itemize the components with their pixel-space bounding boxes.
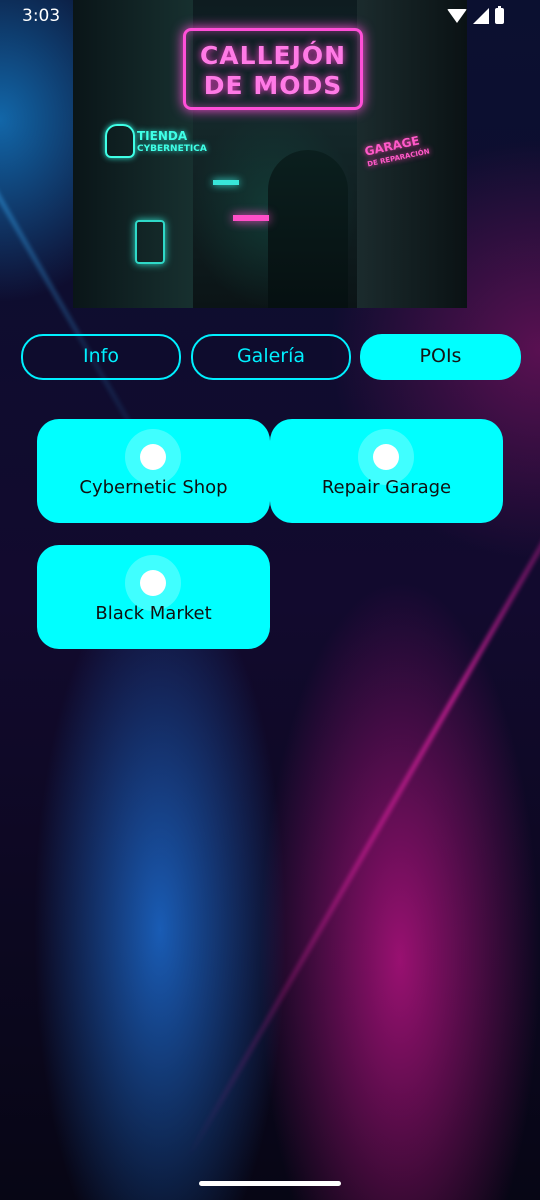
neon-sign-shop-line1: TIENDA — [137, 129, 188, 143]
header-image: CALLEJÓN DE MODS TIENDA CYBERNETICA GARA… — [73, 0, 467, 308]
poi-label: Cybernetic Shop — [79, 477, 228, 498]
tab-bar: Info Galería POIs — [21, 334, 521, 380]
battery-icon — [495, 6, 504, 24]
status-time: 3:03 — [22, 6, 61, 26]
circle-marker-icon — [140, 570, 166, 596]
glowing-window — [135, 220, 165, 264]
neon-sign-shop: TIENDA CYBERNETICA — [103, 120, 207, 190]
wifi-icon — [447, 9, 467, 23]
poi-card-black-market[interactable]: Black Market — [37, 545, 270, 649]
tab-pois[interactable]: POIs — [360, 334, 521, 380]
neon-sign-shop-line2: CYBERNETICA — [137, 144, 207, 154]
poi-card-cybernetic-shop[interactable]: Cybernetic Shop — [37, 419, 270, 523]
status-icons — [447, 6, 504, 24]
circle-marker-icon — [373, 444, 399, 470]
tab-galeria[interactable]: Galería — [191, 334, 351, 380]
alley-passage — [268, 150, 348, 308]
skull-icon — [105, 124, 135, 158]
poi-card-repair-garage[interactable]: Repair Garage — [270, 419, 503, 523]
signal-icon — [473, 8, 489, 24]
neon-sign-shop-text: TIENDA CYBERNETICA — [137, 130, 207, 156]
poi-label: Repair Garage — [321, 477, 452, 498]
gesture-nav-handle[interactable] — [199, 1181, 341, 1186]
neon-sign-main-line2: DE MODS — [203, 71, 343, 100]
circle-marker-icon — [140, 444, 166, 470]
tab-info[interactable]: Info — [21, 334, 181, 380]
neon-strip-pink — [233, 215, 269, 221]
neon-sign-main: CALLEJÓN DE MODS — [183, 28, 363, 110]
status-bar: 3:03 — [0, 0, 540, 34]
neon-sign-main-line1: CALLEJÓN — [199, 41, 347, 70]
poi-label: Black Market — [95, 603, 212, 624]
neon-strip-cyan — [213, 180, 239, 185]
